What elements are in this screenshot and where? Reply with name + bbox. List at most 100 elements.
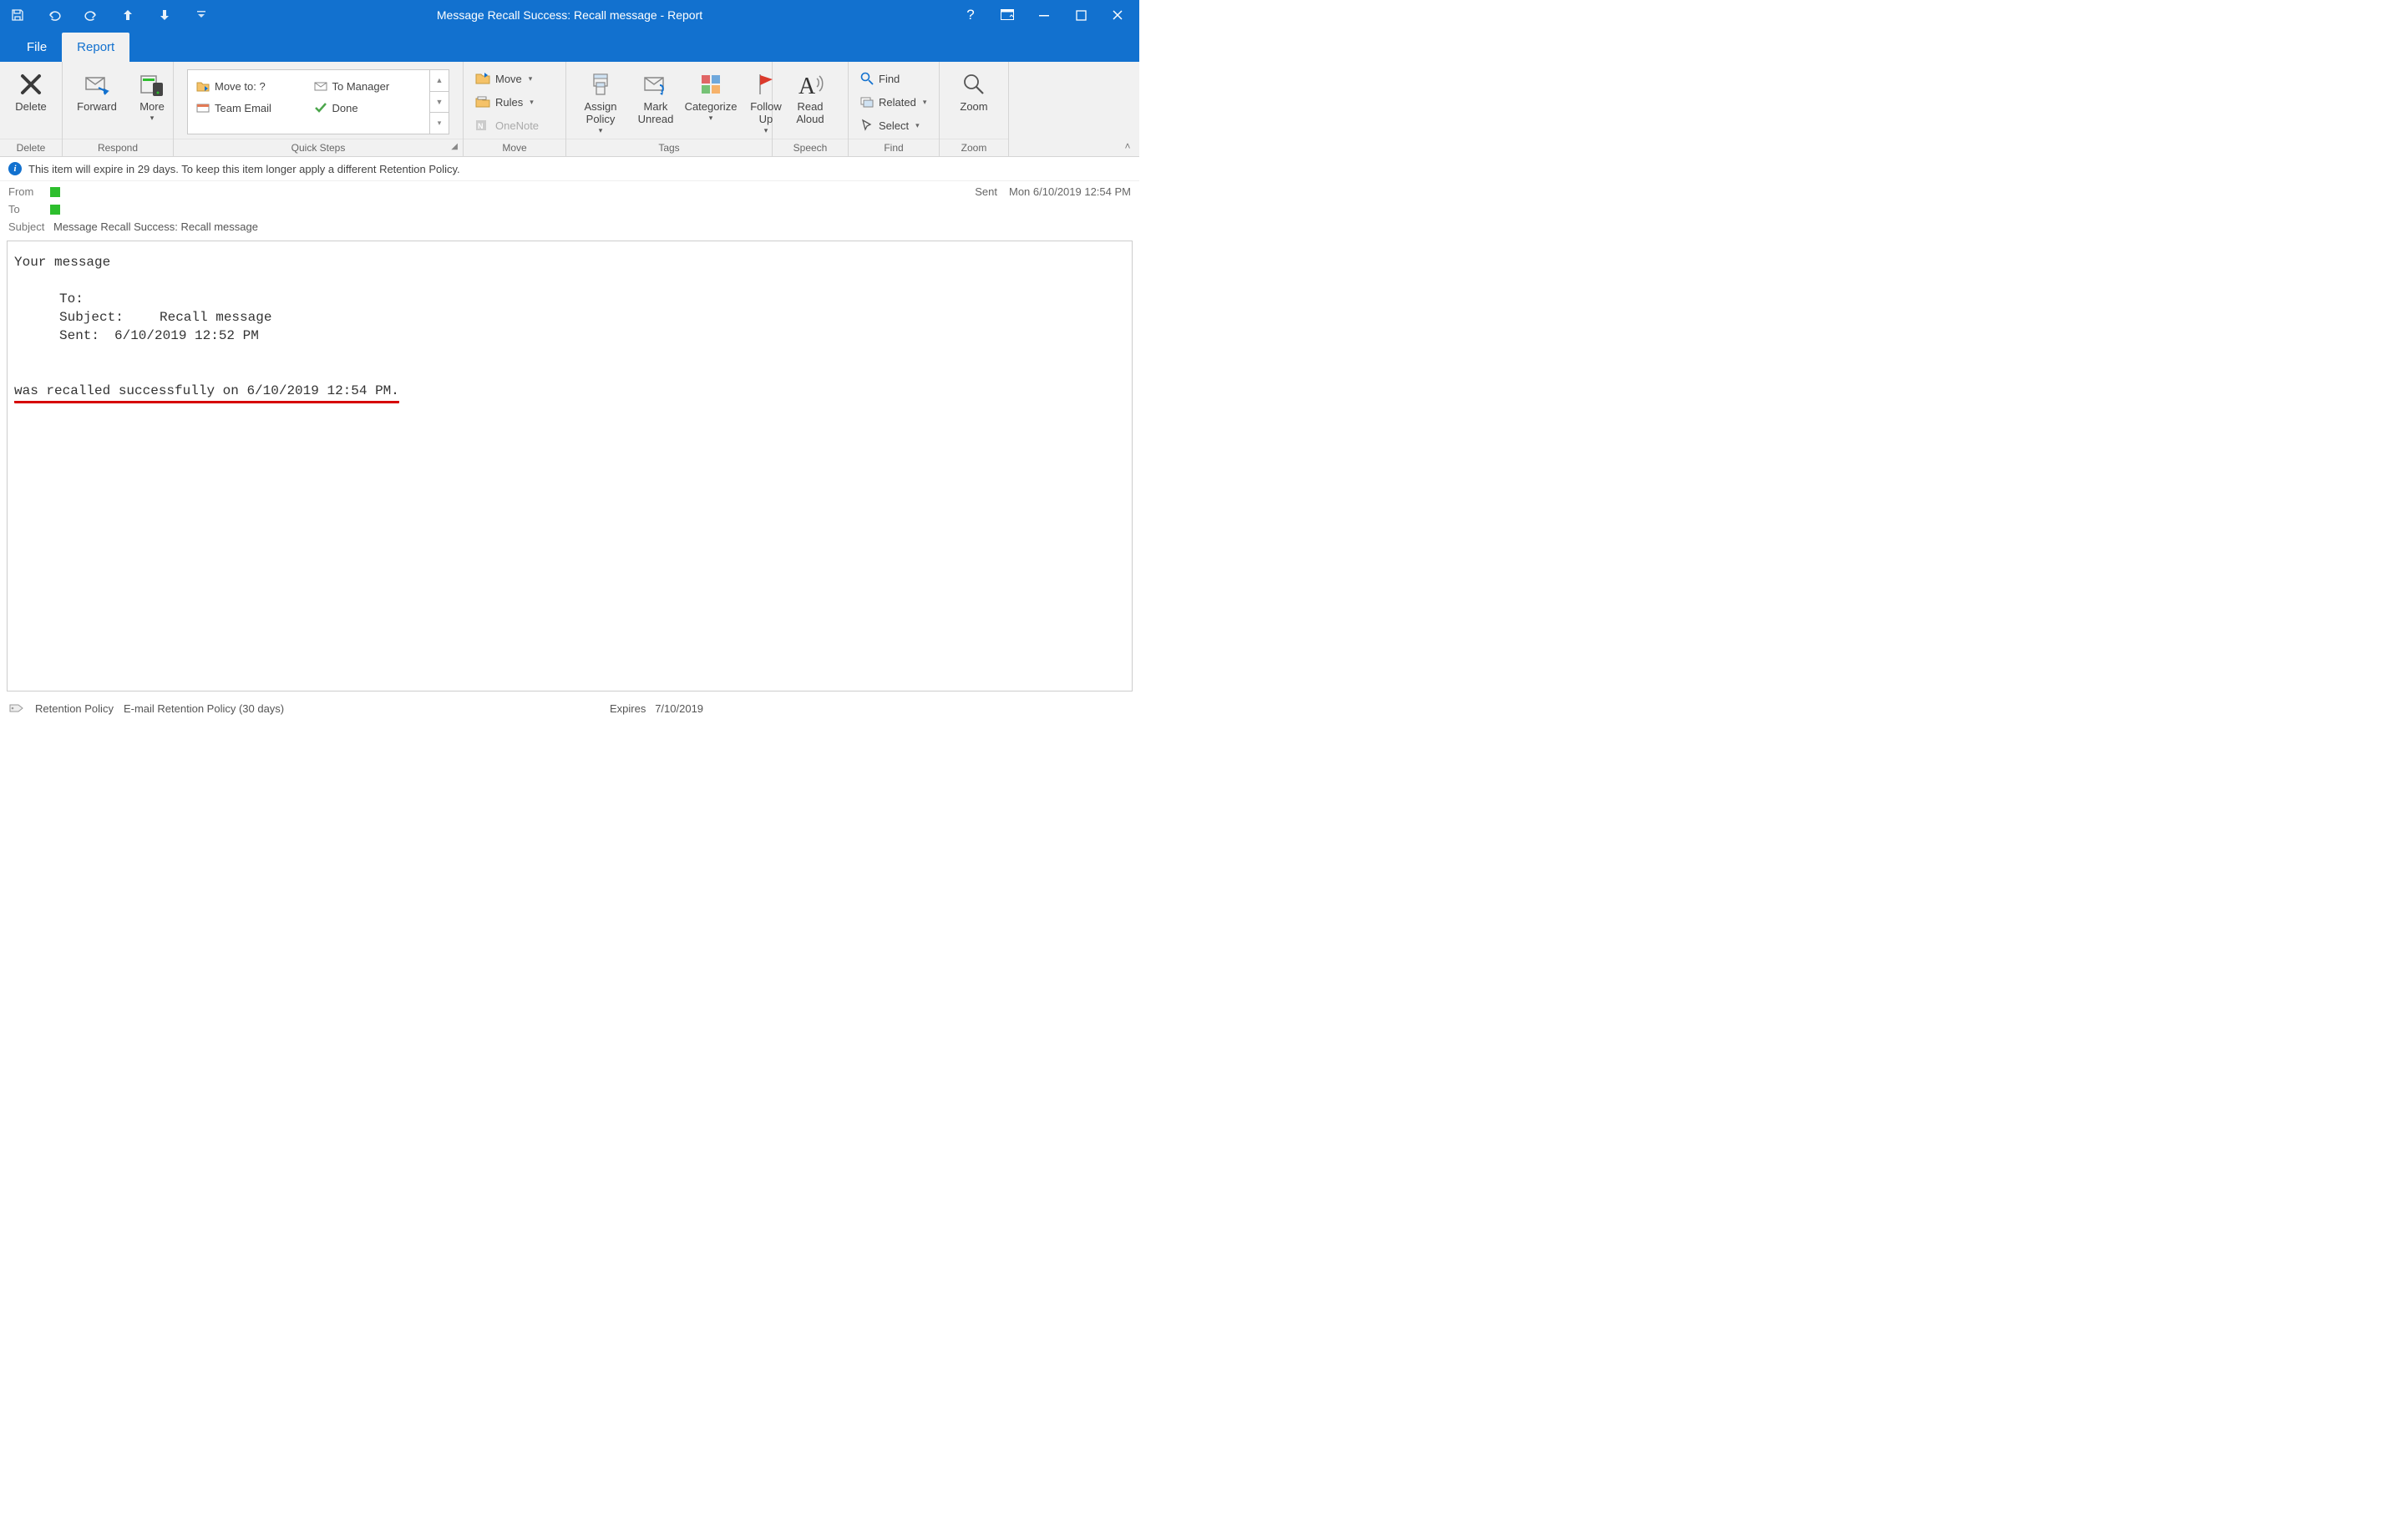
info-icon: i <box>8 162 22 175</box>
dialog-launcher-icon[interactable]: ◢ <box>451 142 458 151</box>
quick-steps-gallery[interactable]: Move to: ? To Manager Team Email Done <box>187 69 449 134</box>
quick-access-toolbar <box>0 8 209 23</box>
folder-move-icon <box>196 80 210 92</box>
group-label-delete: Delete <box>0 139 62 156</box>
rules-icon <box>475 95 490 109</box>
presence-from-icon <box>50 187 60 197</box>
rules-button[interactable]: Rules ▾ <box>470 90 559 114</box>
subject-label: Subject <box>8 220 53 233</box>
quick-step-done[interactable]: Done <box>309 97 427 119</box>
group-label-find: Find <box>849 139 939 156</box>
tab-report[interactable]: Report <box>62 33 129 62</box>
retention-value: E-mail Retention Policy (30 days) <box>124 702 284 715</box>
quick-step-to-manager[interactable]: To Manager <box>309 75 427 97</box>
select-button[interactable]: Select ▾ <box>855 114 932 137</box>
onenote-button[interactable]: N OneNote <box>470 114 559 137</box>
minimize-icon[interactable] <box>1036 7 1052 23</box>
mark-unread-button[interactable]: Mark Unread <box>628 67 683 125</box>
read-aloud-icon: A <box>797 70 824 99</box>
chevron-down-icon: ▾ <box>529 74 533 84</box>
expires-label: Expires <box>610 702 646 715</box>
more-button[interactable]: More ▾ <box>124 67 180 123</box>
collapse-ribbon-icon[interactable]: ˄ <box>1116 62 1139 156</box>
message-header: From Sent Mon 6/10/2019 12:54 PM To Subj… <box>0 181 1139 239</box>
window-controls: ? <box>962 7 1139 23</box>
chevron-down-icon: ▾ <box>764 126 768 135</box>
undo-icon[interactable] <box>47 8 62 23</box>
info-text: This item will expire in 29 days. To kee… <box>28 163 460 175</box>
body-line-intro: Your message <box>14 253 1125 271</box>
more-respond-icon <box>139 70 165 99</box>
sent-label: Sent <box>975 185 997 198</box>
message-body: Your message To: Subject:Recall message … <box>7 241 1133 691</box>
quick-step-team-email[interactable]: Team Email <box>191 97 309 119</box>
next-item-icon[interactable] <box>157 8 172 23</box>
forward-button[interactable]: Forward <box>69 67 124 113</box>
find-button[interactable]: Find <box>855 67 932 90</box>
quick-steps-scroll: ▲ ▼ ▾ <box>429 70 449 134</box>
from-label: From <box>8 185 50 198</box>
body-result-line: was recalled successfully on 6/10/2019 1… <box>14 382 399 403</box>
retention-tag-icon <box>8 702 25 715</box>
close-icon[interactable] <box>1109 7 1126 23</box>
gallery-up-icon[interactable]: ▲ <box>430 70 449 92</box>
group-label-respond: Respond <box>63 139 173 156</box>
onenote-icon: N <box>475 119 490 132</box>
expires-value: 7/10/2019 <box>655 702 703 715</box>
related-button[interactable]: Related ▾ <box>855 90 932 114</box>
body-sent-label: Sent: <box>59 327 114 345</box>
chevron-down-icon: ▾ <box>530 98 534 107</box>
read-aloud-button[interactable]: A Read Aloud <box>783 67 838 125</box>
subject-value: Message Recall Success: Recall message <box>53 220 258 233</box>
svg-text:A: A <box>798 73 816 97</box>
qat-customize-icon[interactable] <box>194 8 209 23</box>
delete-icon <box>18 70 43 99</box>
team-email-icon <box>196 102 210 114</box>
chevron-down-icon: ▾ <box>923 98 927 107</box>
group-label-speech: Speech <box>773 139 848 156</box>
categorize-button[interactable]: Categorize ▾ <box>683 67 738 123</box>
related-icon <box>860 95 874 109</box>
ribbon-display-options-icon[interactable] <box>999 7 1016 23</box>
help-icon[interactable]: ? <box>962 7 979 23</box>
chevron-down-icon: ▾ <box>915 121 920 130</box>
retention-info-bar[interactable]: i This item will expire in 29 days. To k… <box>0 157 1139 181</box>
to-label: To <box>8 203 50 215</box>
group-label-move: Move <box>464 139 565 156</box>
group-label-quick-steps: Quick Steps ◢ <box>174 139 463 156</box>
group-label-zoom: Zoom <box>940 139 1008 156</box>
ribbon-tabs: File Report <box>0 30 1139 62</box>
title-bar: Message Recall Success: Recall message -… <box>0 0 1139 30</box>
chevron-down-icon: ▾ <box>599 126 603 135</box>
delete-button[interactable]: Delete <box>3 67 58 113</box>
body-subject-label: Subject: <box>59 308 160 327</box>
zoom-button[interactable]: Zoom <box>946 67 1001 113</box>
mark-unread-icon <box>643 70 668 99</box>
move-button[interactable]: Move ▾ <box>470 67 559 90</box>
status-bar: Retention Policy E-mail Retention Policy… <box>0 698 1139 722</box>
body-to-label: To: <box>59 290 160 308</box>
svg-text:N: N <box>478 122 484 130</box>
retention-label: Retention Policy <box>35 702 114 715</box>
assign-policy-icon <box>589 70 612 99</box>
move-folder-icon <box>475 72 490 85</box>
pointer-icon <box>860 119 874 132</box>
chevron-down-icon: ▾ <box>709 114 713 123</box>
assign-policy-button[interactable]: Assign Policy ▾ <box>573 67 628 135</box>
redo-icon[interactable] <box>84 8 99 23</box>
check-icon <box>314 102 327 114</box>
mail-manager-icon <box>314 80 327 92</box>
group-label-tags: Tags <box>566 139 772 156</box>
gallery-more-icon[interactable]: ▾ <box>430 113 449 134</box>
body-subject-value: Recall message <box>160 310 271 325</box>
maximize-icon[interactable] <box>1072 7 1089 23</box>
chevron-down-icon: ▾ <box>150 114 155 123</box>
save-icon[interactable] <box>10 8 25 23</box>
quick-step-move-to[interactable]: Move to: ? <box>191 75 309 97</box>
body-sent-value: 6/10/2019 12:52 PM <box>114 328 259 343</box>
gallery-down-icon[interactable]: ▼ <box>430 92 449 114</box>
previous-item-icon[interactable] <box>120 8 135 23</box>
tab-file[interactable]: File <box>12 33 62 62</box>
presence-to-icon <box>50 205 60 215</box>
zoom-icon <box>962 70 986 99</box>
